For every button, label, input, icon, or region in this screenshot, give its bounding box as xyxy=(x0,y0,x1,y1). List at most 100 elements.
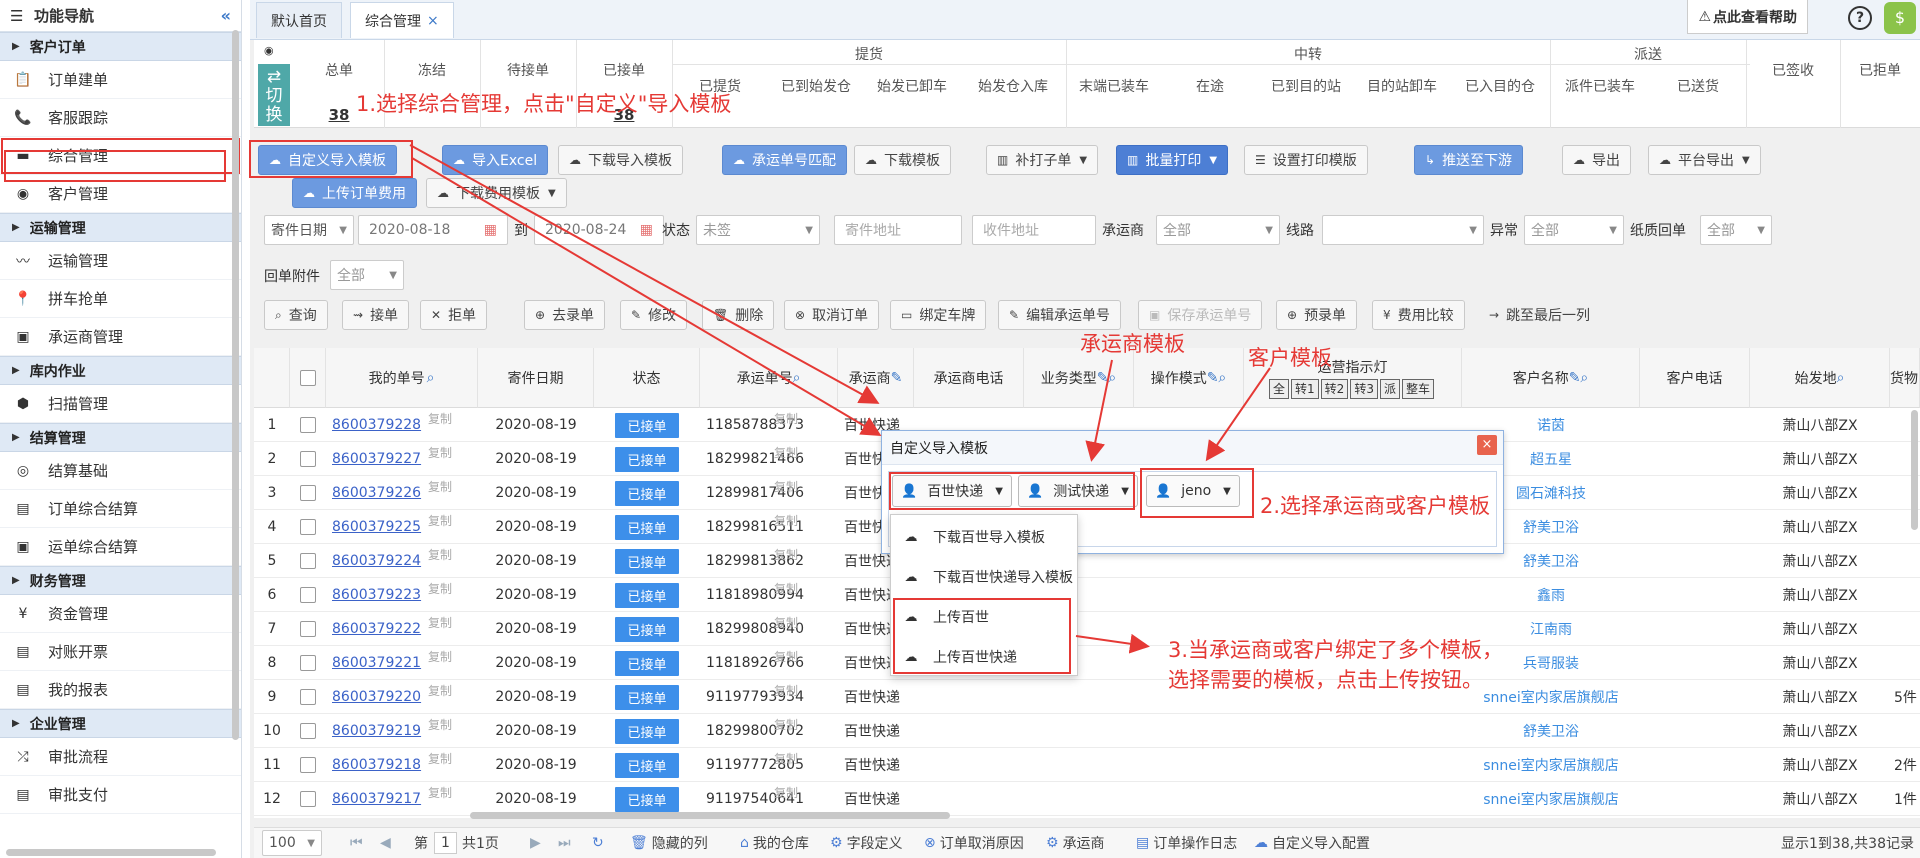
edit-icon[interactable]: ✎⌕ xyxy=(1097,370,1117,386)
row-checkbox[interactable] xyxy=(290,646,326,680)
copy-link[interactable]: 复制 xyxy=(774,478,798,495)
sidebar-item-funds[interactable]: ¥ 资金管理 xyxy=(0,595,241,633)
copy-link[interactable]: 复制 xyxy=(428,784,452,801)
search-button[interactable]: ⌕ 查询 xyxy=(264,300,328,330)
customer-name-cell[interactable]: 超五星 xyxy=(1530,449,1572,469)
order-number-link[interactable]: 8600379224 xyxy=(332,553,421,569)
checkbox[interactable] xyxy=(300,417,316,433)
jump-last-column-button[interactable]: → 跳至最后一列 xyxy=(1478,300,1601,330)
my-warehouse-link[interactable]: ⌂ 我的仓库 xyxy=(740,833,809,853)
sidebar-section-finance[interactable]: ▶ 财务管理 xyxy=(0,566,241,595)
cancel-order-button[interactable]: ⊗ 取消订单 xyxy=(784,300,880,330)
edit-icon[interactable]: ✎⌕ xyxy=(1569,370,1589,386)
col-carrier[interactable]: 承运商 ✎ xyxy=(838,348,914,408)
customer-name-cell[interactable]: snnei室内家居旗舰店 xyxy=(1483,687,1619,707)
copy-link[interactable]: 复制 xyxy=(774,750,798,767)
push-downstream-button[interactable]: ↳ 推送至下游 xyxy=(1414,145,1524,175)
bind-plate-button[interactable]: ▭ 绑定车牌 xyxy=(890,300,987,330)
search-icon[interactable]: ⌕ xyxy=(427,370,435,386)
reject-order-button[interactable]: ✕ 拒单 xyxy=(420,300,488,330)
light-tag[interactable]: 派 xyxy=(1379,378,1400,399)
collapse-icon[interactable]: « xyxy=(221,6,231,25)
hidden-columns-link[interactable]: 🗑 隐藏的列 xyxy=(630,833,708,853)
table-vscrollbar[interactable] xyxy=(1911,410,1918,530)
col-customer-phone[interactable]: 客户电话 xyxy=(1640,348,1750,408)
copy-link[interactable]: 复制 xyxy=(428,682,452,699)
sidebar-item-carriers[interactable]: ▣ 承运商管理 xyxy=(0,318,241,356)
order-number-link[interactable]: 8600379228 xyxy=(332,417,421,433)
sidebar-item-waybill-settle[interactable]: ▣ 运单综合结算 xyxy=(0,528,241,566)
copy-link[interactable]: 复制 xyxy=(428,478,452,495)
row-checkbox[interactable] xyxy=(290,748,326,782)
save-carrier-number-button[interactable]: ▣ 保存承运单号 xyxy=(1138,300,1263,330)
print-template-settings-button[interactable]: ☰ 设置打印模版 xyxy=(1244,145,1368,175)
menu-download-baishi-template[interactable]: ☁ 下载百世导入模板 xyxy=(891,519,1079,555)
col-carrier-phone[interactable]: 承运商电话 xyxy=(914,348,1024,408)
checkbox[interactable] xyxy=(300,519,316,535)
platform-export-button[interactable]: ☁ 平台导出 ▼ xyxy=(1648,145,1761,175)
status-select[interactable]: 未签 ▼ xyxy=(696,215,820,245)
copy-link[interactable]: 复制 xyxy=(774,716,798,733)
table-row[interactable]: 7 8600379222 2020-08-19 18299808940 百世快递 江南雨萧… xyxy=(254,612,1920,646)
customer-name-cell[interactable]: 鑫雨 xyxy=(1537,585,1565,605)
row-checkbox[interactable] xyxy=(290,578,326,612)
close-icon[interactable]: × xyxy=(1477,435,1497,455)
tab-comprehensive[interactable]: 综合管理 × xyxy=(350,2,454,38)
page-size-select[interactable]: 100 ▼ xyxy=(262,830,322,856)
copy-link[interactable]: 复制 xyxy=(428,410,452,427)
pre-record-button[interactable]: ⊕ 预录单 xyxy=(1276,300,1358,330)
checkbox[interactable] xyxy=(299,369,316,386)
eye-slash-icon[interactable]: ◉ xyxy=(264,44,274,57)
sidebar-item-approval-flow[interactable]: ⤮ 审批流程 xyxy=(0,738,241,776)
sidebar-section-enterprise[interactable]: ▶ 企业管理 xyxy=(0,709,241,738)
sidebar-item-settle-base[interactable]: ◎ 结算基础 xyxy=(0,452,241,490)
table-row[interactable]: 6 8600379223 2020-08-19 11818980994 百世快递 鑫雨 萧山… xyxy=(254,578,1920,612)
checkbox[interactable] xyxy=(300,587,316,603)
light-tag[interactable]: 转3 xyxy=(1350,378,1378,399)
copy-link[interactable]: 复制 xyxy=(428,716,452,733)
order-number-link[interactable]: 8600379225 xyxy=(332,519,421,535)
cost-compare-button[interactable]: ¥ 费用比较 xyxy=(1372,300,1465,330)
customer-name-cell[interactable]: 兵哥服装 xyxy=(1523,653,1579,673)
copy-link[interactable]: 复制 xyxy=(428,614,452,631)
copy-link[interactable]: 复制 xyxy=(774,784,798,801)
select-all-checkbox[interactable] xyxy=(290,348,326,408)
copy-link[interactable]: 复制 xyxy=(428,444,452,461)
order-number-link[interactable]: 8600379220 xyxy=(332,689,421,705)
order-number-link[interactable]: 8600379226 xyxy=(332,485,421,501)
import-config-link[interactable]: ☁ 自定义导入配置 xyxy=(1254,833,1370,853)
order-number-link[interactable]: 8600379221 xyxy=(332,655,421,671)
checkbox[interactable] xyxy=(300,757,316,773)
sidebar-item-transport[interactable]: 〰 运输管理 xyxy=(0,242,241,280)
sidebar-item-invoice[interactable]: ▤ 对账开票 xyxy=(0,633,241,671)
customer-name-cell[interactable]: snnei室内家居旗舰店 xyxy=(1483,755,1619,775)
table-row[interactable]: 10 8600379219 2020-08-19 18299800702 百世快递 舒美卫… xyxy=(254,714,1920,748)
sidebar-item-approval-pay[interactable]: ▤ 审批支付 xyxy=(0,776,241,814)
close-icon[interactable]: × xyxy=(427,13,439,29)
copy-link[interactable]: 复制 xyxy=(428,648,452,665)
row-checkbox[interactable] xyxy=(290,442,326,476)
next-page-icon[interactable]: ▶ xyxy=(530,835,541,851)
row-checkbox[interactable] xyxy=(290,782,326,816)
copy-link[interactable]: 复制 xyxy=(774,512,798,529)
copy-link[interactable]: 复制 xyxy=(774,648,798,665)
sidebar-hscrollbar[interactable] xyxy=(6,849,216,856)
accept-order-button[interactable]: ⇝ 接单 xyxy=(342,300,410,330)
col-status[interactable]: 状态 xyxy=(594,348,700,408)
checkbox[interactable] xyxy=(300,451,316,467)
copy-link[interactable]: 复制 xyxy=(428,512,452,529)
delete-button[interactable]: 🗑 删除 xyxy=(702,300,775,330)
paper-receipt-select[interactable]: 全部 ▼ xyxy=(1700,215,1772,245)
order-number-link[interactable]: 8600379222 xyxy=(332,621,421,637)
table-row[interactable]: 11 8600379218 2020-08-19 91197772805 百世快递 snn… xyxy=(254,748,1920,782)
refresh-icon[interactable]: ↻ xyxy=(592,835,604,851)
row-checkbox[interactable] xyxy=(290,408,326,442)
sidebar-item-create-order[interactable]: 📋 订单建单 xyxy=(0,61,241,99)
table-row[interactable]: 12 8600379217 2020-08-19 91197540641 百世快递 snn… xyxy=(254,782,1920,816)
row-checkbox[interactable] xyxy=(290,680,326,714)
light-tag[interactable]: 全 xyxy=(1269,378,1290,399)
download-template-button[interactable]: ☁ 下载模板 xyxy=(854,145,951,175)
col-goods[interactable]: 货物 xyxy=(1890,348,1920,408)
row-checkbox[interactable] xyxy=(290,510,326,544)
checkbox[interactable] xyxy=(300,621,316,637)
